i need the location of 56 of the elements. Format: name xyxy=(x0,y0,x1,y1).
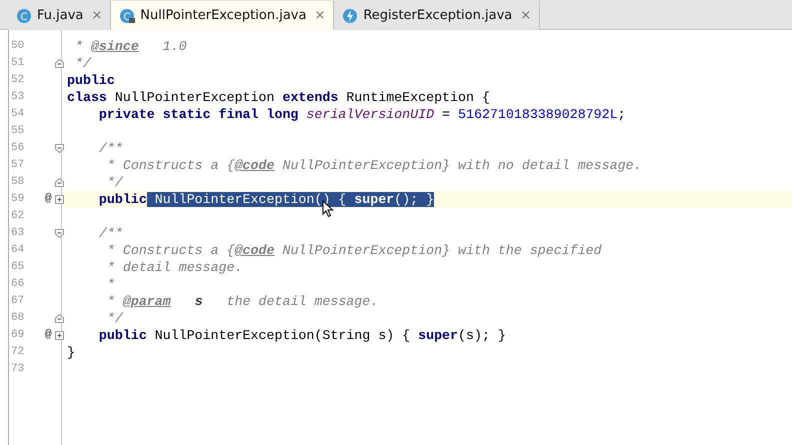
code-line: */ xyxy=(74,55,91,72)
expand-icon[interactable] xyxy=(55,331,64,340)
fold-icon[interactable] xyxy=(55,314,64,323)
expand-icon[interactable] xyxy=(55,195,64,204)
tab-label: NullPointerException.java xyxy=(140,6,306,25)
override-marker[interactable]: @ xyxy=(45,191,59,208)
code-line: class NullPointerException extends RuntimeException { xyxy=(67,89,490,106)
fold-icon[interactable] xyxy=(55,178,64,187)
line-number: 56 xyxy=(10,141,26,156)
code-line: * Constructs a {@code NullPointerException} with no detail message. xyxy=(106,157,642,174)
line-number: 72 xyxy=(10,345,26,360)
line-number: 69 xyxy=(10,328,26,343)
line-number: 68 xyxy=(10,311,26,326)
line-number: 65 xyxy=(10,260,26,275)
override-marker[interactable]: @ xyxy=(45,327,59,344)
code-line: public xyxy=(67,72,115,89)
code-line: * xyxy=(106,276,115,293)
line-number: 67 xyxy=(10,294,26,309)
line-number: 73 xyxy=(10,362,26,377)
fold-icon[interactable] xyxy=(55,144,64,153)
close-button[interactable]: × xyxy=(91,6,102,26)
line-number: 59 xyxy=(10,192,26,207)
code-line: public NullPointerException(String s) { super(s); } xyxy=(98,327,506,344)
fold-icon[interactable] xyxy=(55,229,64,238)
code-line: * @since 1.0 xyxy=(74,38,187,55)
line-number: 53 xyxy=(10,90,26,105)
fold-icon[interactable] xyxy=(55,59,64,68)
code-line: * detail message. xyxy=(106,259,243,276)
line-number: 54 xyxy=(10,107,26,122)
code-line: * Constructs a {@code NullPointerException} with the specified xyxy=(106,242,602,259)
line-number: 51 xyxy=(10,56,26,71)
code-line: */ xyxy=(106,310,123,327)
tab-label: RegisterException.java xyxy=(363,6,512,25)
line-number: 57 xyxy=(10,158,26,173)
lightning-icon xyxy=(342,8,358,24)
code-line: } xyxy=(67,344,75,361)
code-line: * @param s the detail message. xyxy=(106,293,378,310)
class-icon: C xyxy=(16,8,32,24)
line-number: 64 xyxy=(10,243,26,258)
file-tab[interactable]: C Fu.java × xyxy=(8,1,112,30)
line-number: 52 xyxy=(10,73,26,88)
line-number: 50 xyxy=(10,39,26,54)
code-line: /** xyxy=(98,140,123,157)
close-button[interactable]: × xyxy=(314,6,326,26)
file-tab[interactable]: RegisterException.java × xyxy=(334,1,540,30)
line-number: 66 xyxy=(10,277,26,292)
code-line: public NullPointerException() { super(); } xyxy=(98,191,434,208)
close-button[interactable]: × xyxy=(520,6,532,26)
line-number: 55 xyxy=(10,124,26,139)
code-line: /** xyxy=(98,225,123,242)
line-number: 58 xyxy=(10,175,26,190)
line-number: 63 xyxy=(10,226,26,241)
tab-label: Fu.java xyxy=(37,6,84,25)
code-line: private static final long serialVersionUID = 5162710183389028792L; xyxy=(98,106,626,123)
line-number: 62 xyxy=(10,209,26,224)
code-line: */ xyxy=(106,174,123,191)
